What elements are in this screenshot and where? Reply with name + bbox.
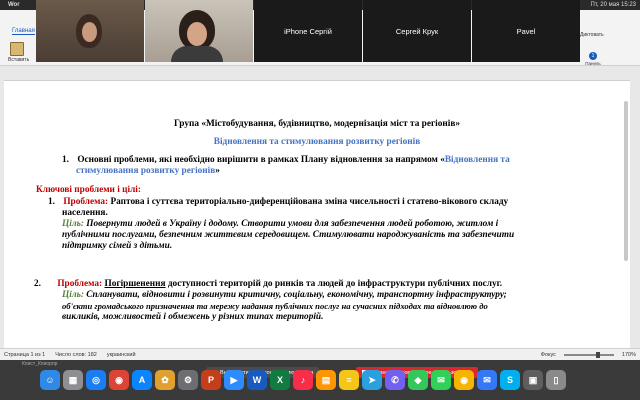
chrome-icon[interactable]: ◉: [109, 370, 129, 390]
word-status-bar: Страница 1 из 1 Число слов: 182 украинск…: [0, 348, 640, 360]
mail-icon[interactable]: ✉: [477, 370, 497, 390]
styles-pane-icon: 1: [589, 52, 597, 60]
maps-icon[interactable]: ◆: [408, 370, 428, 390]
item-1-end: »: [215, 166, 220, 176]
excel-icon[interactable]: X: [270, 370, 290, 390]
problem-2-goal: Ціль: Спланувати, відновити і розвинути …: [62, 290, 627, 301]
participant-tile-pavel[interactable]: Pavel: [472, 0, 580, 62]
books-icon[interactable]: ▤: [316, 370, 336, 390]
problem-1-number: 1.: [48, 197, 55, 207]
participant-shirt: [171, 46, 223, 62]
zoom-participant-strip: iPhone Сергій Сергей Крук Pavel: [36, 0, 580, 62]
document-area[interactable]: Група «Містобудування, будівництво, моде…: [0, 66, 640, 348]
zoom-level[interactable]: 170%: [622, 352, 636, 358]
appstore-icon[interactable]: A: [132, 370, 152, 390]
dock: ☺ ▦ ◎ ◉ A ✿ ⚙ P ▶ W X ♪ ▤ ≡ ➤ ✆ ◆ ✉ ◉ ✉ S ▣ ▯: [40, 370, 566, 398]
problem-1-text: Раптова і суттєва територіально-диференц…: [110, 197, 509, 207]
word-icon[interactable]: W: [247, 370, 267, 390]
telegram-icon[interactable]: ➤: [362, 370, 382, 390]
problem-2: 2. Проблема: Погіршенення доступності те…: [34, 279, 624, 290]
participant-name: iPhone Сергій: [284, 26, 332, 36]
participant-tile-sergey-kruk[interactable]: Сергей Крук: [363, 0, 471, 62]
zoom-icon[interactable]: ▶: [224, 370, 244, 390]
participant-name: Pavel: [516, 26, 536, 36]
item-1-line2: стимулювання розвитку регіонів»: [76, 166, 220, 177]
paste-button[interactable]: Вставить: [8, 42, 30, 64]
paste-label: Вставить: [8, 57, 30, 63]
item-1-number: 1.: [62, 155, 69, 165]
participant-video-2[interactable]: [145, 0, 253, 62]
problem-1-goal-label: Ціль:: [62, 219, 84, 229]
page-count[interactable]: Страница 1 из 1: [4, 352, 45, 358]
menubar-clock[interactable]: Пт, 20 мая 15:23: [591, 2, 636, 8]
word-count[interactable]: Число слов: 182: [55, 352, 97, 358]
problem-1-goal-3: підтримку сімей з дітьми.: [62, 241, 173, 251]
problem-2-text: доступності територій до ринків та людей…: [167, 279, 503, 289]
problem-1-text-2: населення.: [62, 208, 108, 218]
viber-icon[interactable]: ✆: [385, 370, 405, 390]
problem-2-goal-text: Спланувати, відновити і розвинути критич…: [86, 290, 507, 300]
section-subtitle: Відновлення та стимулювання розвитку рег…: [213, 137, 421, 147]
active-app-name[interactable]: Wor: [8, 2, 20, 8]
launchpad-icon[interactable]: ▦: [63, 370, 83, 390]
group-title: Група «Містобудування, будівництво, моде…: [173, 119, 461, 129]
language-indicator[interactable]: украинский: [107, 352, 136, 358]
item-1: 1. Основні проблеми, які необхідно виріш…: [62, 155, 622, 166]
problem-2-underlined: Погіршенення: [104, 279, 166, 289]
problem-1-label: Проблема:: [63, 197, 109, 207]
messages-icon[interactable]: ✉: [431, 370, 451, 390]
zoom-slider-thumb[interactable]: [595, 351, 600, 358]
tab-home[interactable]: Главная: [12, 28, 35, 35]
problem-1-goal-text: Повернути людей в Україну і додому. Ство…: [86, 219, 499, 229]
chrome2-icon[interactable]: ◉: [454, 370, 474, 390]
problem-2-goal-label: Ціль:: [62, 290, 84, 300]
safari-icon[interactable]: ◎: [86, 370, 106, 390]
trash-icon[interactable]: ▯: [546, 370, 566, 390]
skype-icon[interactable]: S: [500, 370, 520, 390]
problem-1: 1. Проблема: Раптова і суттєва територіа…: [48, 197, 618, 208]
music-icon[interactable]: ♪: [293, 370, 313, 390]
participant-face: [187, 22, 207, 46]
item-1-blue: Відновлення та: [444, 155, 510, 165]
clipboard-icon: [10, 42, 24, 56]
screenshot-icon[interactable]: ▣: [523, 370, 543, 390]
problem-1-goal-2: публічними послугами, безпечним життєвим…: [62, 230, 515, 240]
participant-tile-iphone-sergiy[interactable]: iPhone Сергій: [254, 0, 362, 62]
focus-button[interactable]: Фокус: [541, 352, 556, 358]
photos-icon[interactable]: ✿: [155, 370, 175, 390]
finder-icon[interactable]: ☺: [40, 370, 60, 390]
key-problems-heading: Ключові проблеми і цілі:: [36, 185, 141, 195]
vertical-scrollbar[interactable]: [624, 101, 628, 261]
problem-1-goal: Ціль: Повернути людей в Україну і додому…: [62, 219, 622, 230]
document-page[interactable]: Група «Містобудування, будівництво, моде…: [4, 80, 630, 348]
problem-2-goal-2: об'єкти громадського призначення та мере…: [62, 301, 488, 311]
powerpoint-icon[interactable]: P: [201, 370, 221, 390]
participant-video-1[interactable]: [36, 0, 144, 62]
item-1-blue-2: стимулювання розвитку регіонів: [76, 166, 216, 176]
problem-2-label: Проблема:: [57, 279, 103, 289]
participant-name: Сергей Крук: [395, 26, 439, 36]
zoom-slider[interactable]: [563, 351, 614, 358]
dictation-button[interactable]: Диктовать: [580, 32, 604, 38]
status-right: Фокус 170%: [541, 351, 636, 358]
problem-2-goal-3: викликів, можливостей і обмежень у різни…: [62, 312, 324, 322]
participant-face: [82, 22, 97, 42]
settings-icon[interactable]: ⚙: [178, 370, 198, 390]
item-1-text: Основні проблеми, які необхідно вирішити…: [77, 155, 445, 165]
problem-2-number: 2.: [34, 279, 41, 289]
dock-file-label: Кпист_Кпиорпр: [22, 361, 58, 367]
notes-icon[interactable]: ≡: [339, 370, 359, 390]
